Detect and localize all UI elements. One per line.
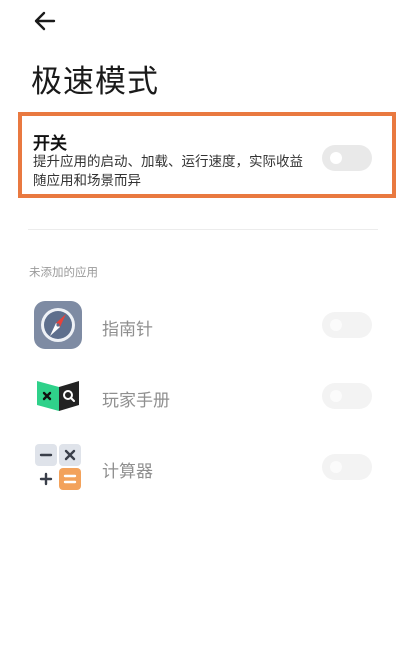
app-name: 玩家手册 [102, 391, 170, 411]
app-row-compass: 指南针 [0, 300, 407, 356]
arrow-left-icon [34, 11, 56, 31]
compass-app-icon [34, 301, 82, 349]
switch-knob [330, 319, 342, 331]
section-label: 未添加的应用 [29, 265, 98, 279]
main-toggle-switch[interactable] [322, 145, 372, 171]
app-toggle-game-handbook[interactable] [322, 383, 372, 409]
back-button[interactable] [28, 6, 62, 36]
app-toggle-calculator[interactable] [322, 454, 372, 480]
divider [28, 229, 378, 230]
app-name: 指南针 [102, 320, 153, 340]
app-toggle-compass[interactable] [322, 312, 372, 338]
switch-knob [330, 390, 342, 402]
switch-knob [330, 461, 342, 473]
app-name: 计算器 [102, 462, 153, 482]
main-toggle-description: 提升应用的启动、加载、运行速度，实际收益随应用和场景而异 [33, 154, 303, 189]
switch-knob [330, 152, 342, 164]
game-handbook-app-icon [37, 381, 79, 411]
app-row-game-handbook: 玩家手册 [0, 371, 407, 427]
app-row-calculator: 计算器 [0, 442, 407, 498]
page-title: 极速模式 [31, 64, 159, 100]
main-toggle-title: 开关 [33, 134, 67, 154]
calculator-app-icon [35, 444, 81, 490]
